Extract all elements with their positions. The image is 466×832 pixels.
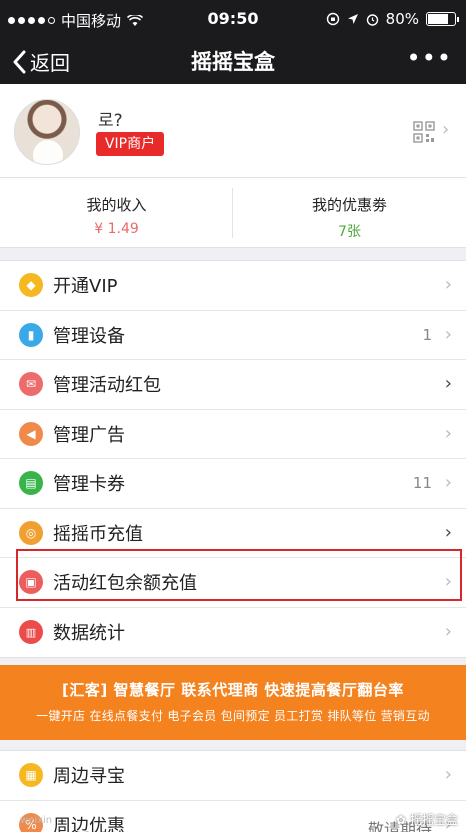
megaphone-icon: ◀ bbox=[19, 421, 43, 446]
menu-label: 摇摇币充值 bbox=[53, 523, 143, 545]
menu-item-nearby-treasure[interactable]: ▦ 周边寻宝 › bbox=[0, 751, 466, 801]
coupon-label: 我的优惠劵 bbox=[311, 196, 387, 214]
menu-label: 管理活动红包 bbox=[53, 375, 161, 397]
profile-name: 로? bbox=[98, 111, 123, 131]
promo-banner[interactable]: [汇客] 智慧餐厅 联系代理商 快速提高餐厅翻台率 一键开店 在线点餐支付 电子… bbox=[0, 665, 466, 740]
menu-item-red-packets[interactable]: ✉ 管理活动红包 › bbox=[0, 360, 466, 410]
banner-headline: [汇客] 智慧餐厅 联系代理商 快速提高餐厅翻台率 bbox=[62, 681, 404, 699]
menu-label: 数据统计 bbox=[53, 623, 125, 645]
chevron-right-icon: › bbox=[444, 422, 452, 444]
income-stat[interactable]: 我的收入 ¥ 1.49 bbox=[0, 178, 233, 248]
menu-label: 周边优惠 bbox=[53, 816, 125, 832]
menu-label: 周边寻宝 bbox=[53, 766, 125, 788]
chevron-right-icon: › bbox=[444, 373, 452, 394]
watermark-label: 摇摇宝盒 bbox=[409, 813, 458, 827]
more-button[interactable]: ••• bbox=[407, 44, 452, 72]
menu-item-devices[interactable]: ▮ 管理设备 1 › bbox=[0, 311, 466, 360]
income-label: 我的收入 bbox=[86, 196, 147, 214]
menu-label: 管理卡券 bbox=[53, 474, 125, 496]
menu-label: 管理设备 bbox=[53, 325, 125, 347]
device-icon: ▮ bbox=[19, 322, 43, 347]
chart-icon: ▥ bbox=[19, 620, 43, 645]
chevron-right-icon: › bbox=[444, 472, 452, 493]
ticket-icon: ▤ bbox=[19, 471, 43, 496]
watermark-small: weixin bbox=[20, 815, 53, 826]
menu-count: 11 bbox=[412, 474, 432, 492]
menu-label: 开通VIP bbox=[53, 276, 118, 298]
location-icon bbox=[347, 14, 358, 24]
red-packet-icon: ✉ bbox=[19, 372, 43, 397]
chevron-right-icon: › bbox=[442, 119, 450, 140]
status-right: 80% bbox=[326, 10, 459, 28]
qr-code-icon bbox=[413, 121, 435, 143]
battery-percent: 80% bbox=[385, 10, 419, 28]
chevron-right-icon: › bbox=[444, 323, 452, 345]
treasure-icon: ▦ bbox=[19, 763, 43, 788]
chevron-right-icon: › bbox=[444, 274, 452, 295]
menu-item-coupons[interactable]: ▤ 管理卡券 11 › bbox=[0, 459, 466, 509]
highlight-box bbox=[16, 549, 462, 601]
status-bar: 中国移动 09:50 80% bbox=[0, 0, 466, 38]
menu-item-ads[interactable]: ◀ 管理广告 › bbox=[0, 410, 466, 459]
menu-item-statistics[interactable]: ▥ 数据统计 › bbox=[0, 608, 466, 658]
coupon-stat[interactable]: 我的优惠劵 7张 bbox=[233, 178, 466, 248]
battery-icon bbox=[426, 12, 459, 26]
stats-panel: 我的收入 ¥ 1.49 我的优惠劵 7张 bbox=[0, 178, 466, 248]
coupon-value: 7张 bbox=[338, 224, 361, 240]
alarm-icon bbox=[366, 13, 378, 26]
nav-bar: 返回 摇摇宝盒 ••• bbox=[0, 38, 466, 84]
chevron-right-icon: › bbox=[444, 620, 452, 642]
orientation-lock-icon bbox=[326, 12, 339, 26]
menu-label: 管理广告 bbox=[53, 424, 125, 446]
menu-item-vip[interactable]: ◆ 开通VIP › bbox=[0, 261, 466, 311]
banner-subline: 一键开店 在线点餐支付 电子会员 包间预定 员工打赏 排队等位 营销互动 bbox=[36, 709, 430, 723]
income-value: ¥ 1.49 bbox=[94, 221, 139, 237]
diamond-icon: ◆ bbox=[19, 273, 43, 298]
page-title: 摇摇宝盒 bbox=[191, 50, 275, 74]
chevron-right-icon: › bbox=[444, 764, 452, 785]
watermark: ✿ 摇摇宝盒 bbox=[396, 811, 458, 828]
chevron-right-icon: › bbox=[444, 521, 452, 543]
vip-badge: VIP商户 bbox=[96, 132, 164, 156]
menu-count: 1 bbox=[422, 325, 432, 344]
profile-card[interactable]: 로? VIP商户 › bbox=[0, 84, 466, 178]
coin-icon: ◎ bbox=[19, 520, 43, 545]
avatar bbox=[14, 99, 80, 165]
wechat-icon: ✿ bbox=[395, 812, 406, 827]
